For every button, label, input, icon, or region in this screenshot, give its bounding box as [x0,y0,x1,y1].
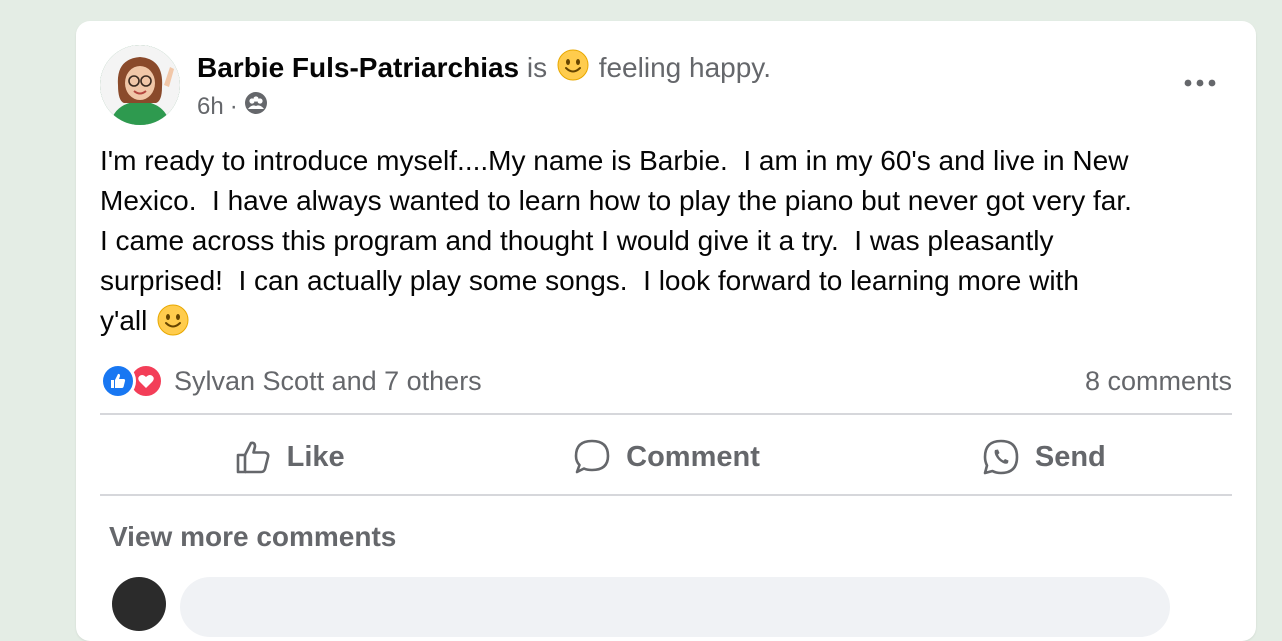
reactors-text[interactable]: Sylvan Scott and 7 others [174,366,482,397]
view-more-comments-link[interactable]: View more comments [109,521,396,553]
like-label: Like [286,440,345,473]
send-label: Send [1034,440,1106,473]
avatar-image [100,45,180,125]
comment-input[interactable] [180,577,1170,637]
smiling-face-icon [557,49,589,81]
divider [100,494,1232,496]
reactions-bar: Sylvan Scott and 7 others 8 comments [100,359,1232,403]
thumbs-up-icon [236,441,270,474]
post-header: Barbie Fuls-Patriarchias is feeling happ… [197,49,771,86]
comment-bubble-icon [574,439,610,474]
post-body: I'm ready to introduce myself....My name… [100,141,1240,341]
group-icon [244,91,268,123]
like-reaction-icon [100,363,136,399]
divider [100,413,1232,415]
post-text: I'm ready to introduce myself....My name… [100,145,1132,336]
post-actions: Like Comment Send [100,417,1232,497]
comment-label: Comment [626,440,760,473]
feeling-prefix: is [526,52,548,83]
reactions-summary[interactable]: Sylvan Scott and 7 others [100,363,482,399]
feeling-text: feeling happy. [598,52,771,83]
author-name[interactable]: Barbie Fuls-Patriarchias [197,52,519,83]
smiling-face-icon [157,304,189,336]
like-button[interactable]: Like [100,417,477,497]
more-options-button[interactable] [1176,65,1224,101]
post-meta: 6h · [197,91,268,123]
post-card: Barbie Fuls-Patriarchias is feeling happ… [76,21,1256,641]
more-dots-icon [1184,79,1216,87]
meta-separator: · [229,93,238,120]
send-button[interactable]: Send [855,417,1232,497]
comments-count[interactable]: 8 comments [1085,366,1232,397]
commenter-avatar [112,577,166,631]
author-avatar[interactable] [100,45,180,125]
post-timestamp[interactable]: 6h [197,92,224,122]
whatsapp-icon [983,439,1019,475]
comment-button[interactable]: Comment [477,417,854,497]
